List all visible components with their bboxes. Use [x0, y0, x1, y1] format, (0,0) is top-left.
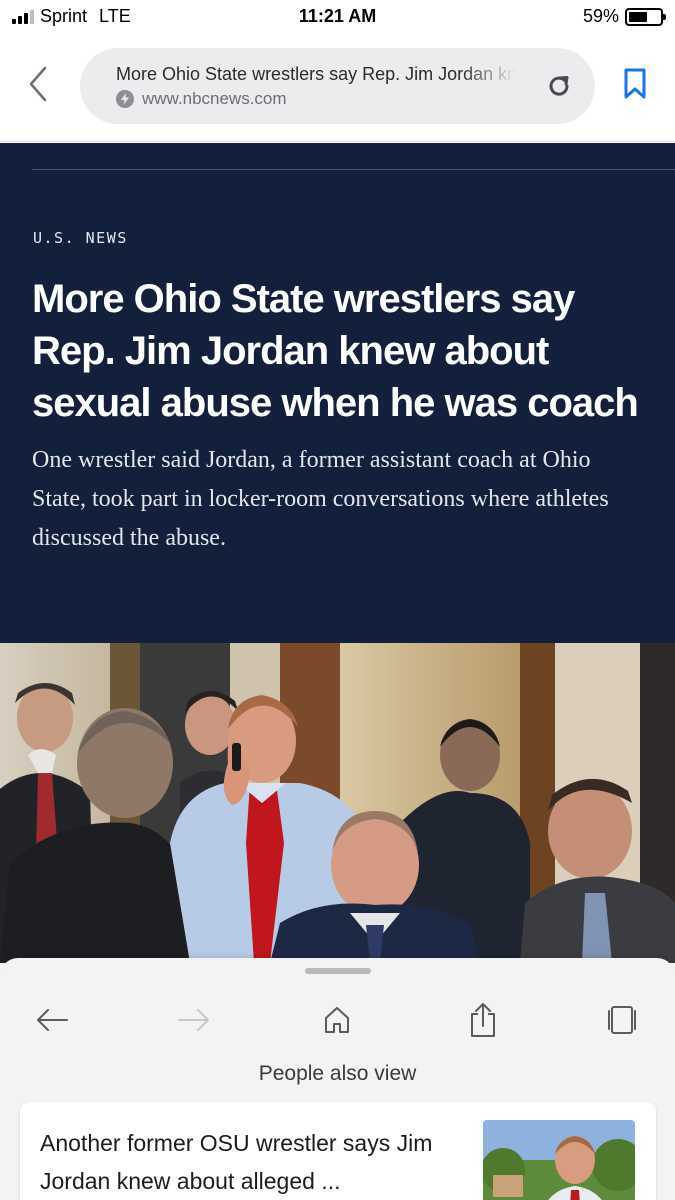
bolt-icon — [116, 90, 134, 108]
battery-percent: 59% — [582, 6, 619, 26]
chevron-left-icon[interactable] — [20, 64, 56, 104]
browser-toolbar: More Ohio State wrestlers say Rep. Jim J… — [0, 36, 675, 142]
arrow-left-icon[interactable] — [30, 998, 74, 1042]
article-header: U.S. NEWS More Ohio State wrestlers say … — [0, 143, 675, 643]
battery-level-fill — [629, 11, 647, 22]
header-divider — [32, 169, 675, 170]
related-article-card[interactable]: Another former OSU wrestler says Jim Jor… — [20, 1102, 656, 1200]
article-headline: More Ohio State wrestlers say Rep. Jim J… — [32, 277, 639, 425]
address-bar-title[interactable]: More Ohio State wrestlers say Rep. Jim J… — [116, 64, 516, 85]
address-bar-domain-row: www.nbcnews.com — [116, 89, 287, 109]
people-also-view-label: People also view — [258, 1062, 417, 1085]
share-icon[interactable] — [461, 998, 505, 1042]
bookmark-icon[interactable] — [620, 66, 650, 102]
address-bar-domain: www.nbcnews.com — [142, 89, 287, 108]
battery-icon — [625, 7, 666, 26]
address-bar[interactable]: More Ohio State wrestlers say Rep. Jim J… — [80, 48, 595, 124]
article-photo — [0, 643, 675, 963]
related-article-thumbnail[interactable] — [483, 1120, 635, 1200]
home-icon[interactable] — [315, 998, 359, 1042]
section-label[interactable]: U.S. NEWS — [33, 229, 128, 247]
bottom-sheet: People also view Another former OSU wres… — [0, 958, 675, 1200]
reload-icon[interactable] — [543, 70, 575, 102]
article-dek: One wrestler said Jordan, a former assis… — [32, 447, 609, 551]
browser-nav-bar — [0, 998, 675, 1044]
status-right: 59% — [582, 6, 666, 27]
related-article-title[interactable]: Another former OSU wrestler says Jim Jor… — [40, 1124, 440, 1200]
status-bar: Sprint LTE 11:21 AM 59% — [0, 0, 675, 36]
sheet-grabber-handle[interactable] — [305, 968, 371, 974]
status-time: 11:21 AM — [298, 6, 377, 26]
arrow-right-icon[interactable] — [172, 998, 216, 1042]
tabs-icon[interactable] — [600, 998, 644, 1042]
